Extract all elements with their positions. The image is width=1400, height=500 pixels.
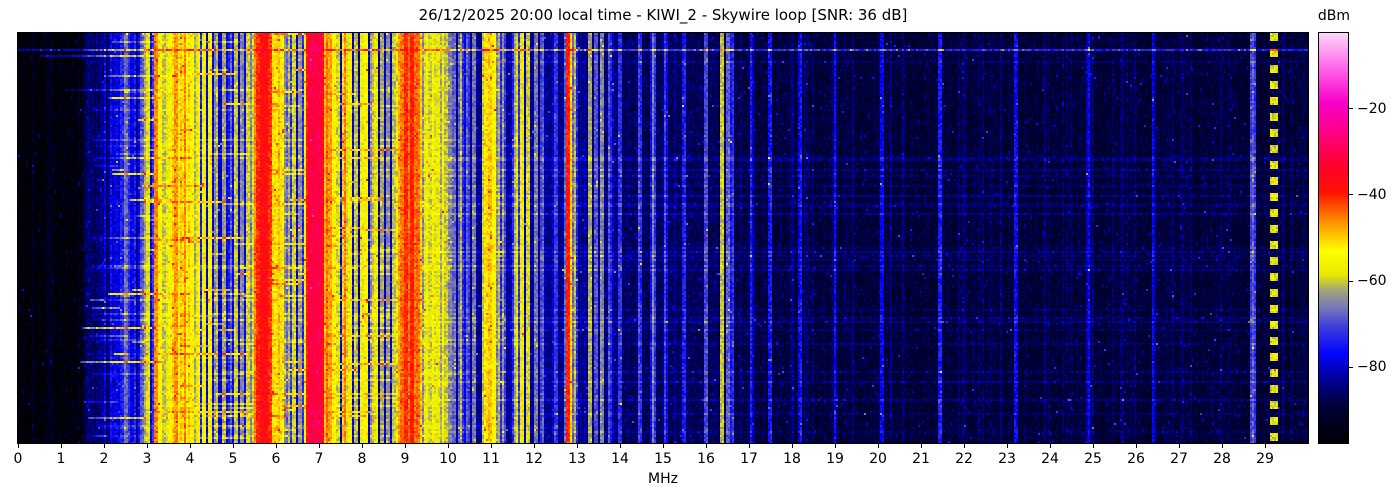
x-tick-label: 24 <box>1041 451 1059 467</box>
x-tick <box>1221 444 1223 448</box>
colorbar-tick <box>1349 280 1353 282</box>
x-tick <box>318 444 320 448</box>
x-tick <box>748 444 750 448</box>
x-tick-label: 0 <box>13 451 23 467</box>
x-tick <box>447 444 449 448</box>
colorbar-tick-label: −20 <box>1357 100 1387 117</box>
x-tick <box>232 444 234 448</box>
x-tick <box>705 444 707 448</box>
x-tick <box>920 444 922 448</box>
x-tick <box>533 444 535 448</box>
x-tick-label: 28 <box>1213 451 1231 467</box>
colorbar-tick <box>1349 194 1353 196</box>
colorbar-tick-label: −40 <box>1357 186 1387 203</box>
x-tick <box>963 444 965 448</box>
x-tick-label: 23 <box>998 451 1016 467</box>
x-tick <box>275 444 277 448</box>
x-tick-label: 19 <box>826 451 844 467</box>
x-tick <box>576 444 578 448</box>
x-tick <box>1092 444 1094 448</box>
x-tick-label: 29 <box>1256 451 1274 467</box>
x-axis-label: MHz <box>648 471 678 487</box>
x-tick <box>1006 444 1008 448</box>
x-tick <box>1135 444 1137 448</box>
x-tick <box>189 444 191 448</box>
colorbar-unit-label: dBm <box>1317 8 1351 24</box>
x-tick-label: 22 <box>955 451 973 467</box>
colorbar-tick <box>1349 366 1353 368</box>
colorbar-tick <box>1349 108 1353 110</box>
x-tick-label: 25 <box>1084 451 1102 467</box>
x-tick <box>103 444 105 448</box>
waterfall-figure: 26/12/2025 20:00 local time - KIWI_2 - S… <box>0 0 1400 500</box>
x-tick-label: 10 <box>439 451 457 467</box>
x-tick <box>1178 444 1180 448</box>
colorbar-frame <box>1318 32 1349 444</box>
x-tick <box>619 444 621 448</box>
colorbar-canvas <box>1319 33 1348 443</box>
x-tick-label: 3 <box>142 451 152 467</box>
x-tick-label: 9 <box>400 451 410 467</box>
x-tick-label: 26 <box>1127 451 1145 467</box>
x-tick-label: 20 <box>869 451 887 467</box>
x-tick-label: 16 <box>697 451 715 467</box>
x-tick <box>877 444 879 448</box>
x-tick <box>17 444 19 448</box>
x-tick-label: 4 <box>185 451 195 467</box>
x-tick-label: 5 <box>228 451 238 467</box>
x-tick-label: 6 <box>271 451 281 467</box>
x-tick-label: 21 <box>912 451 930 467</box>
x-tick-label: 27 <box>1170 451 1188 467</box>
x-tick <box>146 444 148 448</box>
x-tick-label: 7 <box>314 451 324 467</box>
x-tick-label: 1 <box>56 451 66 467</box>
colorbar-tick-label: −80 <box>1357 359 1387 376</box>
page-title: 26/12/2025 20:00 local time - KIWI_2 - S… <box>418 6 908 24</box>
x-tick <box>60 444 62 448</box>
x-tick-label: 2 <box>99 451 109 467</box>
x-tick <box>1049 444 1051 448</box>
x-tick-label: 13 <box>568 451 586 467</box>
x-tick <box>662 444 664 448</box>
x-tick-label: 14 <box>611 451 629 467</box>
x-tick-label: 12 <box>525 451 543 467</box>
x-tick <box>361 444 363 448</box>
x-tick-label: 15 <box>654 451 672 467</box>
colorbar-tick-label: −60 <box>1357 273 1387 290</box>
x-tick-label: 18 <box>783 451 801 467</box>
x-tick <box>791 444 793 448</box>
x-tick <box>404 444 406 448</box>
x-tick-label: 17 <box>740 451 758 467</box>
x-tick-label: 8 <box>357 451 367 467</box>
x-tick-label: 11 <box>482 451 500 467</box>
x-tick <box>490 444 492 448</box>
waterfall-plot-frame <box>17 32 1309 444</box>
waterfall-canvas <box>18 33 1308 443</box>
x-tick <box>1264 444 1266 448</box>
x-tick <box>834 444 836 448</box>
